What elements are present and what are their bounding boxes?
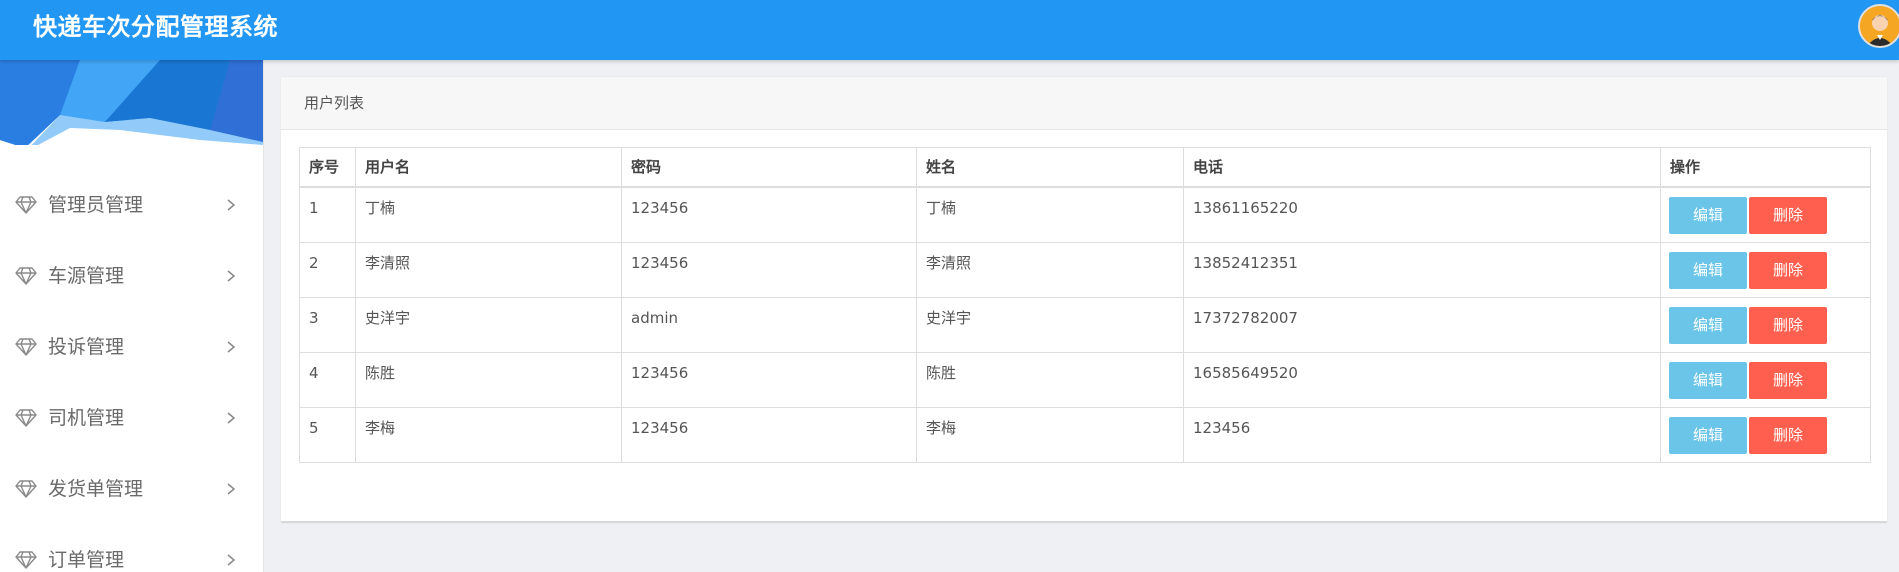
sidebar-item-label: 投诉管理: [48, 336, 125, 358]
cell-phone: 13861165220: [1183, 186, 1661, 243]
column-header-name: 姓名: [916, 147, 1184, 188]
table-row: 1 丁楠 123456 丁楠 13861165220 编辑 删除: [299, 186, 1871, 243]
top-header: 快递车次分配管理系统: [0, 0, 1899, 60]
cell-name: 李梅: [916, 406, 1184, 463]
sidebar-item-shipment-management[interactable]: 发货单管理: [0, 464, 263, 514]
table-row: 3 史洋宇 admin 史洋宇 17372782007 编辑 删除: [299, 296, 1871, 353]
delete-button[interactable]: 删除: [1749, 361, 1827, 399]
column-header-phone: 电话: [1183, 147, 1661, 188]
delete-button[interactable]: 删除: [1749, 416, 1827, 454]
diamond-icon: [15, 409, 37, 427]
cell-index: 5: [299, 406, 356, 463]
cell-password: 123456: [621, 351, 917, 408]
cell-name: 史洋宇: [916, 296, 1184, 353]
sidebar: 管理员管理 车源管理 投诉管理 司机管理 发货单管理 订单管理: [0, 60, 264, 572]
panel-header: 用户列表: [281, 77, 1887, 130]
user-table: 序号 用户名 密码 姓名 电话 操作 1 丁楠 123456 丁楠 138611…: [299, 147, 1871, 463]
cell-username: 李清照: [355, 241, 622, 298]
cell-name: 陈胜: [916, 351, 1184, 408]
column-header-password: 密码: [621, 147, 917, 188]
cell-phone: 17372782007: [1183, 296, 1661, 353]
cell-actions: 编辑 删除: [1660, 241, 1871, 298]
cell-name: 李清照: [916, 241, 1184, 298]
app-title: 快递车次分配管理系统: [33, 13, 278, 41]
diamond-icon: [15, 338, 37, 356]
sidebar-item-driver-management[interactable]: 司机管理: [0, 393, 263, 443]
panel-title: 用户列表: [304, 94, 365, 112]
chevron-right-icon: [227, 483, 236, 495]
diamond-icon: [15, 267, 37, 285]
sidebar-item-order-management[interactable]: 订单管理: [0, 535, 263, 572]
cell-name: 丁楠: [916, 186, 1184, 243]
user-list-panel: 用户列表 序号 用户名 密码 姓名 电话 操作 1 丁楠 123456 丁楠 1…: [281, 77, 1887, 523]
cell-password: 123456: [621, 241, 917, 298]
column-header-username: 用户名: [355, 147, 622, 188]
sidebar-item-label: 司机管理: [48, 407, 125, 429]
diamond-icon: [15, 480, 37, 498]
diamond-icon: [15, 196, 37, 214]
delete-button[interactable]: 删除: [1749, 251, 1827, 289]
sidebar-banner: [0, 60, 263, 145]
cell-index: 2: [299, 241, 356, 298]
sidebar-item-admin-management[interactable]: 管理员管理: [0, 180, 263, 230]
cell-index: 3: [299, 296, 356, 353]
chevron-right-icon: [227, 270, 236, 282]
cell-username: 李梅: [355, 406, 622, 463]
delete-button[interactable]: 删除: [1749, 197, 1827, 234]
column-header-actions: 操作: [1660, 147, 1871, 188]
chevron-right-icon: [227, 199, 236, 211]
chevron-right-icon: [227, 341, 236, 353]
edit-button[interactable]: 编辑: [1669, 361, 1747, 399]
cell-username: 丁楠: [355, 186, 622, 243]
edit-button[interactable]: 编辑: [1669, 416, 1747, 454]
edit-button[interactable]: 编辑: [1669, 251, 1747, 289]
table-row: 4 陈胜 123456 陈胜 16585649520 编辑 删除: [299, 351, 1871, 408]
edit-button[interactable]: 编辑: [1669, 197, 1747, 234]
cell-username: 陈胜: [355, 351, 622, 408]
cell-phone: 13852412351: [1183, 241, 1661, 298]
cell-index: 1: [299, 186, 356, 243]
cell-username: 史洋宇: [355, 296, 622, 353]
cell-actions: 编辑 删除: [1660, 351, 1871, 408]
chevron-right-icon: [227, 554, 236, 566]
cell-actions: 编辑 删除: [1660, 186, 1871, 243]
edit-button[interactable]: 编辑: [1669, 306, 1747, 344]
sidebar-item-label: 订单管理: [48, 549, 125, 571]
cell-password: admin: [621, 296, 917, 353]
cell-password: 123456: [621, 406, 917, 463]
table-header-row: 序号 用户名 密码 姓名 电话 操作: [299, 147, 1871, 188]
cell-index: 4: [299, 351, 356, 408]
cell-phone: 123456: [1183, 406, 1661, 463]
diamond-icon: [15, 551, 37, 569]
cell-password: 123456: [621, 186, 917, 243]
column-header-index: 序号: [299, 147, 356, 188]
sidebar-item-vehicle-management[interactable]: 车源管理: [0, 251, 263, 301]
avatar-illustration: [1860, 6, 1899, 46]
cell-actions: 编辑 删除: [1660, 296, 1871, 353]
cell-actions: 编辑 删除: [1660, 406, 1871, 463]
sidebar-item-complaint-management[interactable]: 投诉管理: [0, 322, 263, 372]
user-avatar-icon[interactable]: [1858, 4, 1899, 48]
cell-phone: 16585649520: [1183, 351, 1661, 408]
sidebar-item-label: 车源管理: [48, 265, 125, 287]
table-row: 5 李梅 123456 李梅 123456 编辑 删除: [299, 406, 1871, 463]
sidebar-item-label: 发货单管理: [48, 478, 144, 500]
delete-button[interactable]: 删除: [1749, 306, 1827, 344]
sidebar-item-label: 管理员管理: [48, 194, 144, 216]
table-row: 2 李清照 123456 李清照 13852412351 编辑 删除: [299, 241, 1871, 298]
chevron-right-icon: [227, 412, 236, 424]
